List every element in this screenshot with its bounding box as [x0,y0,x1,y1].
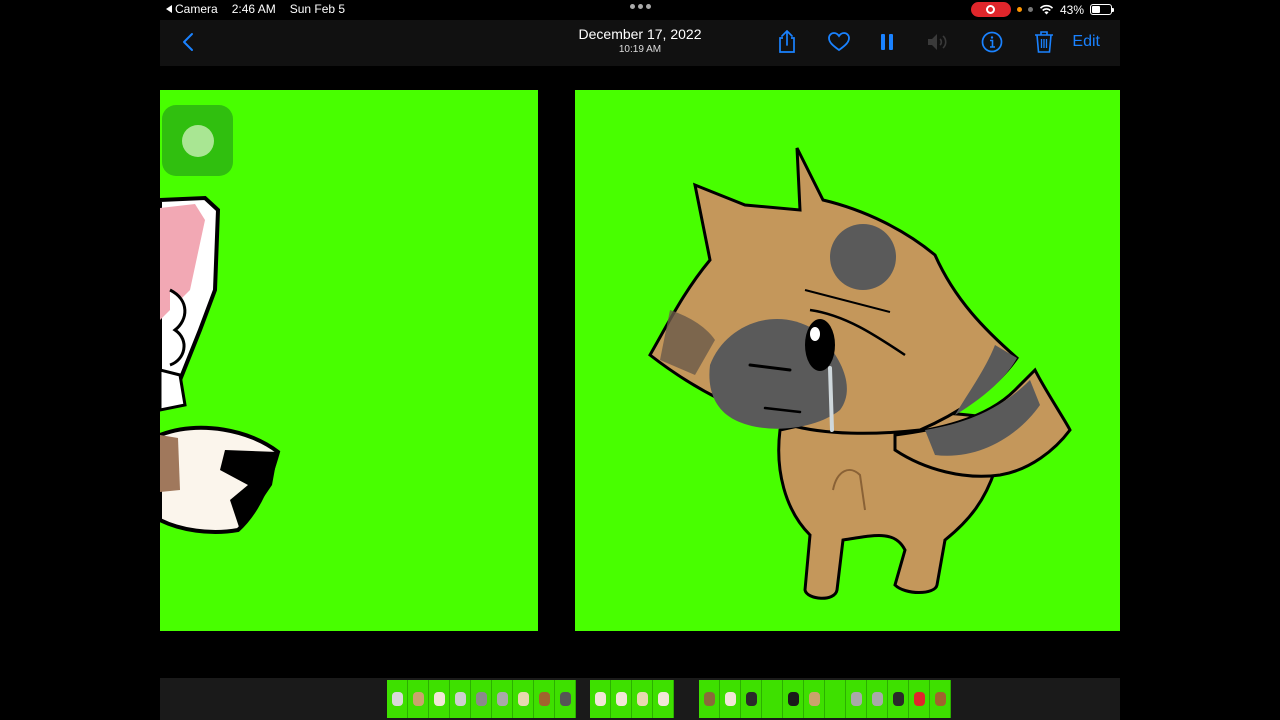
filmstrip-thumbnail[interactable] [762,680,783,718]
filmstrip-thumbnail[interactable] [653,680,674,718]
assistive-touch-button[interactable] [162,105,233,176]
back-to-app-link[interactable]: Camera [166,2,218,16]
filmstrip-thumbnail[interactable] [888,680,909,718]
screen-recording-icon[interactable] [970,2,1011,17]
filmstrip-thumbnail[interactable] [534,680,555,718]
filmstrip-thumbnail[interactable] [555,680,576,718]
filmstrip-thumbnail[interactable] [720,680,741,718]
filmstrip-thumbnail[interactable] [632,680,653,718]
favorite-button[interactable] [827,30,851,54]
info-icon [981,31,1003,53]
video-frame[interactable] [160,90,1120,631]
battery-icon [1090,4,1114,15]
battery-percent: 43% [1059,2,1084,17]
filmstrip-thumbnail[interactable] [471,680,492,718]
filmstrip-thumbnail[interactable] [699,680,720,718]
filmstrip-scrubber[interactable] [160,678,1120,720]
status-bar-left: Camera 2:46 AM Sun Feb 5 [166,2,345,16]
wifi-icon [1039,4,1054,15]
indicator-dot-icon [1027,7,1033,12]
photo-title: December 17, 2022 10:19 AM [540,26,740,55]
filmstrip-thumbnail[interactable] [804,680,825,718]
filmstrip-group[interactable] [699,680,951,718]
filmstrip-thumbnail[interactable] [783,680,804,718]
filmstrip-thumbnail[interactable] [492,680,513,718]
share-icon [779,30,795,53]
chevron-left-icon [183,33,193,51]
photo-date: December 17, 2022 [578,26,702,42]
photo-time: 10:19 AM [618,44,662,55]
filmstrip-thumbnail[interactable] [930,680,951,718]
status-date: Sun Feb 5 [289,2,346,16]
info-button[interactable] [980,30,1004,54]
filmstrip-thumbnail[interactable] [429,680,450,718]
filmstrip-thumbnail[interactable] [867,680,888,718]
filmstrip-thumbnail[interactable] [450,680,471,718]
pause-icon [881,34,893,50]
filmstrip-thumbnail[interactable] [408,680,429,718]
filmstrip-thumbnail[interactable] [909,680,930,718]
share-button[interactable] [775,30,799,54]
photos-viewer-screen: Camera 2:46 AM Sun Feb 5 43% December 17… [160,0,1120,720]
delete-button[interactable] [1032,30,1056,54]
trash-icon [1035,31,1053,53]
mic-indicator-icon [1016,7,1022,12]
multitasking-dots-icon[interactable] [630,4,651,9]
battery-fill [1092,6,1100,13]
edit-button[interactable]: Edit [1072,33,1100,51]
filmstrip-thumbnail[interactable] [513,680,534,718]
puppy-character-image [648,147,1072,600]
back-button[interactable] [182,30,200,54]
pause-button[interactable] [875,30,899,54]
status-bar: Camera 2:46 AM Sun Feb 5 43% [160,0,1120,20]
heart-icon [828,32,850,52]
filmstrip-thumbnail[interactable] [590,680,611,718]
filmstrip-thumbnail[interactable] [741,680,762,718]
back-app-label: Camera [175,2,218,16]
speaker-icon [928,34,947,50]
mute-button[interactable] [926,30,950,54]
back-arrow-icon [166,5,172,13]
status-time: 2:46 AM [231,2,276,16]
green-screen-panel-left [160,90,538,631]
green-screen-panel-right [575,90,1120,631]
status-bar-right: 43% [970,2,1114,17]
photo-toolbar: December 17, 2022 10:19 AM Edit [160,20,1120,66]
filmstrip-group[interactable] [387,680,576,718]
filmstrip-thumbnail[interactable] [846,680,867,718]
filmstrip-thumbnail[interactable] [825,680,846,718]
filmstrip-group[interactable] [590,680,674,718]
filmstrip-thumbnail[interactable] [387,680,408,718]
filmstrip-thumbnail[interactable] [611,680,632,718]
